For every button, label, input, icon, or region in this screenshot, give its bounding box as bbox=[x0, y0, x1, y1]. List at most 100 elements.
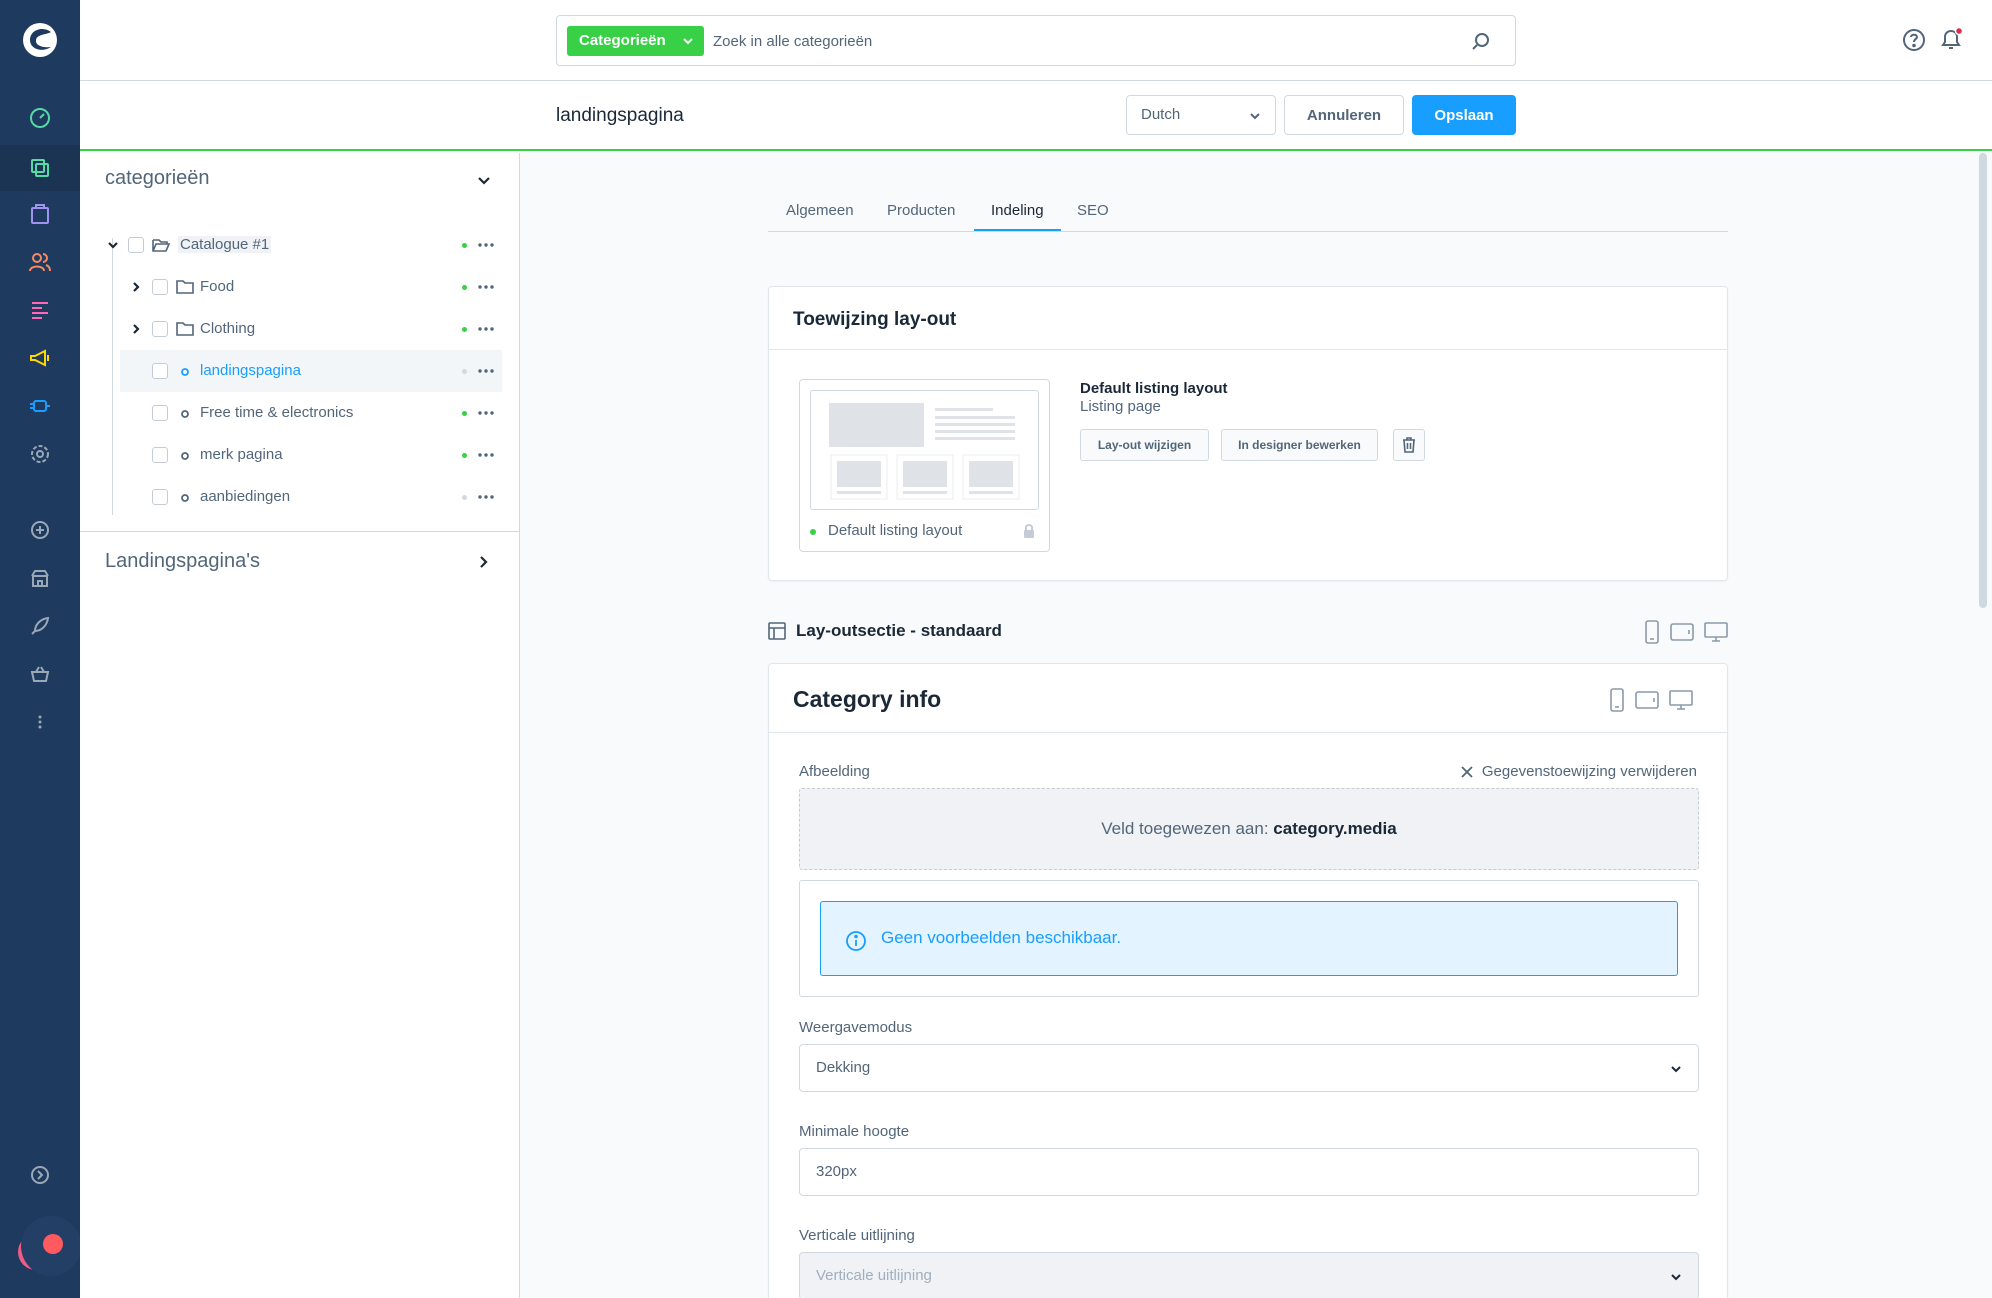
remove-layout-button[interactable] bbox=[1393, 429, 1425, 461]
display-mode-select[interactable]: Dekking bbox=[799, 1044, 1699, 1092]
alert-text: Geen voorbeelden beschikbaar. bbox=[881, 928, 1122, 947]
image-field-label: Afbeelding bbox=[799, 763, 870, 780]
content-icon[interactable] bbox=[20, 290, 60, 330]
tree-item-checkbox[interactable] bbox=[152, 489, 168, 505]
tree-item-checkbox[interactable] bbox=[152, 279, 168, 295]
min-height-input[interactable]: 320px bbox=[799, 1148, 1699, 1196]
rocket-icon[interactable] bbox=[20, 606, 60, 646]
more-actions-icon[interactable] bbox=[478, 453, 494, 457]
chevron-right-icon[interactable] bbox=[130, 323, 142, 335]
sidebar-section-landing-pages[interactable]: Landingspagina's bbox=[105, 550, 260, 573]
basket-icon[interactable] bbox=[20, 654, 60, 694]
chevron-right-icon[interactable] bbox=[130, 281, 142, 293]
dashboard-icon[interactable] bbox=[20, 98, 60, 138]
chevron-down-icon[interactable] bbox=[107, 239, 119, 251]
chevron-right-icon[interactable] bbox=[476, 555, 490, 569]
layout-preview-caption: Default listing layout bbox=[828, 522, 963, 539]
search-input[interactable] bbox=[713, 28, 1453, 54]
help-icon[interactable] bbox=[1902, 28, 1926, 52]
content-scrollbar[interactable] bbox=[1979, 153, 1987, 608]
layout-assignment-card: Toewijzing lay-out Default listing layou… bbox=[768, 286, 1728, 581]
tree-item-catalogue[interactable]: Catalogue #1 bbox=[80, 224, 502, 266]
tree-item-checkbox[interactable] bbox=[152, 447, 168, 463]
category-sidebar: categorieën Catalogue #1 Food Clothing l… bbox=[80, 153, 520, 1298]
mobile-icon[interactable] bbox=[1609, 688, 1625, 712]
block-device-visibility bbox=[1609, 688, 1693, 712]
change-layout-button[interactable]: Lay-out wijzigen bbox=[1080, 429, 1209, 461]
mobile-icon[interactable] bbox=[1644, 620, 1660, 644]
vertical-align-select[interactable]: Verticale uitlijning bbox=[799, 1252, 1699, 1298]
admin-menu bbox=[0, 0, 81, 1298]
more-actions-icon[interactable] bbox=[478, 285, 494, 289]
more-actions-icon[interactable] bbox=[478, 495, 494, 499]
chevron-down-icon[interactable] bbox=[477, 173, 491, 187]
chevron-down-icon bbox=[1249, 110, 1261, 122]
settings-icon[interactable] bbox=[20, 434, 60, 474]
more-actions-icon[interactable] bbox=[478, 243, 494, 247]
tablet-icon[interactable] bbox=[1670, 623, 1694, 641]
status-dot bbox=[462, 243, 467, 248]
cancel-button[interactable]: Annuleren bbox=[1284, 95, 1404, 135]
bell-icon[interactable] bbox=[1938, 26, 1964, 52]
extensions-icon[interactable] bbox=[20, 386, 60, 426]
sales-channel-icon[interactable] bbox=[20, 558, 60, 598]
tree-item-merk-pagina[interactable]: merk pagina bbox=[120, 434, 502, 476]
tree-item-landingspagina[interactable]: landingspagina bbox=[120, 350, 502, 392]
layout-section-header: Lay-outsectie - standaard bbox=[768, 620, 1728, 644]
chevron-down-icon bbox=[1670, 1063, 1682, 1075]
tree-item-checkbox[interactable] bbox=[152, 321, 168, 337]
card-title: Toewijzing lay-out bbox=[793, 309, 957, 330]
tab-producten[interactable]: Producten bbox=[887, 202, 955, 219]
folder-icon bbox=[176, 279, 194, 295]
display-mode-value: Dekking bbox=[816, 1059, 871, 1076]
sidebar-header[interactable]: categorieën bbox=[105, 167, 210, 190]
tree-item-label: Clothing bbox=[200, 320, 256, 337]
tree-item-aanbiedingen[interactable]: aanbiedingen bbox=[120, 476, 502, 518]
language-switch[interactable]: Dutch bbox=[1126, 95, 1276, 135]
save-button[interactable]: Opslaan bbox=[1412, 95, 1516, 135]
collapse-menu-icon[interactable] bbox=[20, 1155, 60, 1195]
tree-item-checkbox[interactable] bbox=[128, 237, 144, 253]
tree-item-checkbox[interactable] bbox=[152, 405, 168, 421]
more-actions-icon[interactable] bbox=[478, 411, 494, 415]
top-bar: Categorieën bbox=[80, 0, 1992, 81]
sidebar-divider bbox=[80, 531, 519, 532]
orders-icon[interactable] bbox=[20, 194, 60, 234]
desktop-icon[interactable] bbox=[1669, 690, 1693, 710]
more-actions-icon[interactable] bbox=[478, 369, 494, 373]
layout-section-title: Lay-outsectie - standaard bbox=[796, 621, 1002, 640]
remove-mapping-label: Gegevenstoewijzing verwijderen bbox=[1481, 763, 1697, 780]
marketing-icon[interactable] bbox=[20, 338, 60, 378]
tree-item-checkbox[interactable] bbox=[152, 363, 168, 379]
global-search: Categorieën bbox=[556, 15, 1516, 66]
tree-item-food[interactable]: Food bbox=[80, 266, 502, 308]
mapped-field: category.media bbox=[1273, 819, 1397, 838]
folder-open-icon bbox=[152, 237, 170, 253]
status-dot bbox=[462, 453, 467, 458]
tab-algemeen[interactable]: Algemeen bbox=[786, 202, 854, 219]
info-icon bbox=[845, 930, 867, 952]
status-dot bbox=[462, 327, 467, 332]
trash-icon bbox=[1402, 437, 1416, 453]
edit-in-designer-button[interactable]: In designer bewerken bbox=[1221, 429, 1378, 461]
more-actions-icon[interactable] bbox=[478, 327, 494, 331]
tablet-icon[interactable] bbox=[1635, 691, 1659, 709]
tab-indeling[interactable]: Indeling bbox=[991, 202, 1044, 219]
remove-mapping-link[interactable]: Gegevenstoewijzing verwijderen bbox=[1460, 763, 1697, 780]
desktop-icon[interactable] bbox=[1704, 622, 1728, 642]
shopware-logo-icon[interactable] bbox=[20, 20, 60, 60]
page-icon bbox=[180, 367, 190, 377]
tree-item-free-time[interactable]: Free time & electronics bbox=[120, 392, 502, 434]
search-type-selector[interactable]: Categorieën bbox=[567, 26, 704, 56]
more-icon[interactable] bbox=[20, 702, 60, 742]
layout-preview[interactable]: Default listing layout bbox=[799, 379, 1050, 552]
display-mode-label: Weergavemodus bbox=[799, 1019, 913, 1036]
catalogue-icon[interactable] bbox=[0, 145, 80, 191]
customers-icon[interactable] bbox=[20, 242, 60, 282]
tab-seo[interactable]: SEO bbox=[1077, 202, 1109, 219]
user-avatar[interactable] bbox=[18, 1216, 84, 1276]
search-icon[interactable] bbox=[1471, 31, 1491, 51]
tree-item-label: merk pagina bbox=[200, 446, 283, 463]
add-icon[interactable] bbox=[20, 510, 60, 550]
tree-item-clothing[interactable]: Clothing bbox=[80, 308, 502, 350]
